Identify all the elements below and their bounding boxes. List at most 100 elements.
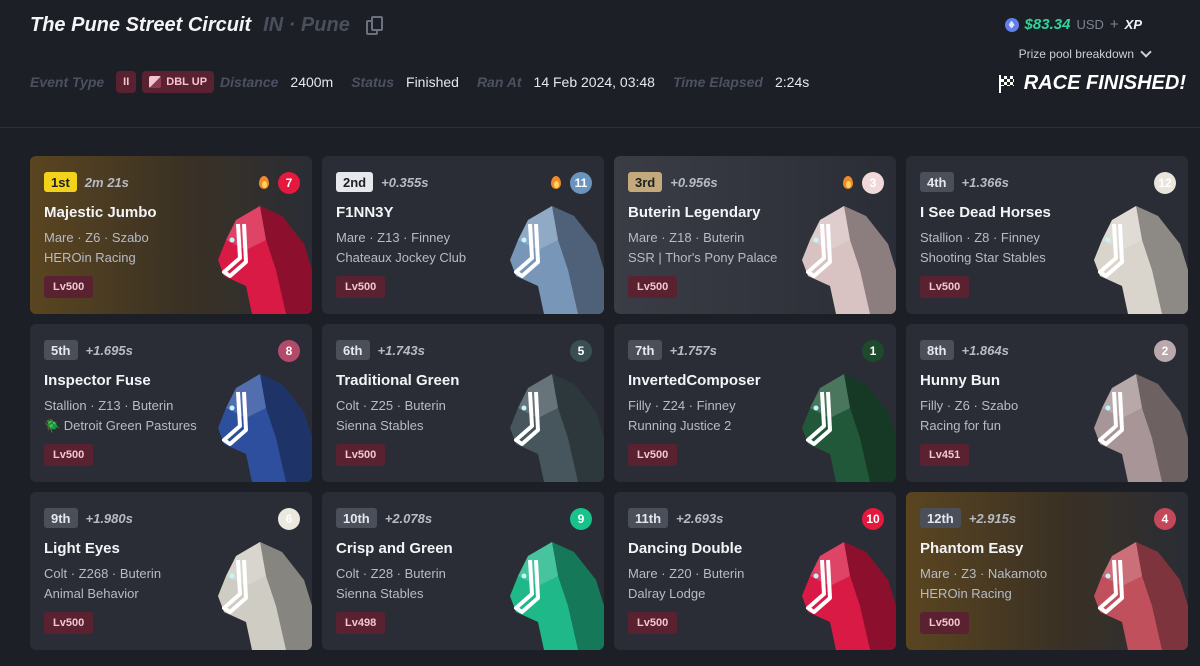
dbl-up-chip: DBL UP — [142, 71, 215, 93]
prize-breakdown-toggle[interactable]: Prize pool breakdown — [1018, 46, 1152, 61]
result-card-7[interactable]: 7th +1.757s 1 InvertedComposer Filly · Z… — [614, 324, 896, 482]
horse-head-icon — [218, 542, 312, 650]
gate-number-badge: 6 — [278, 508, 300, 530]
horse-name[interactable]: F1NN3Y — [336, 204, 516, 221]
race-title: The Pune Street Circuit — [30, 14, 252, 36]
result-card-6[interactable]: 6th +1.743s 5 Traditional Green Colt · Z… — [322, 324, 604, 482]
race-finished-text: RACE FINISHED! — [1023, 72, 1186, 94]
time-gap: +0.956s — [670, 174, 718, 190]
gate-number-badge: 10 — [862, 508, 884, 530]
result-card-11[interactable]: 11th +2.693s 10 Dancing Double Mare · Z2… — [614, 492, 896, 650]
time-gap: +2.078s — [384, 510, 433, 526]
chevron-down-icon — [1140, 46, 1152, 58]
gate-number-badge: 2 — [1154, 340, 1176, 362]
gate-number-badge: 5 — [570, 340, 592, 362]
level-badge: Lv500 — [920, 276, 970, 298]
placement-row: 9th +1.980s — [44, 508, 133, 528]
horse-attributes: Colt · Z25 · Buterin — [336, 398, 446, 413]
time-gap: +1.743s — [377, 342, 425, 358]
stable-name: HEROin Racing — [44, 250, 136, 265]
time-gap: +1.864s — [961, 342, 1009, 358]
horse-attributes: Colt · Z268 · Buterin — [44, 566, 162, 581]
race-location: IN · Pune — [263, 14, 350, 36]
distance-label: Distance — [220, 74, 279, 90]
fire-icon — [258, 175, 270, 190]
result-card-2[interactable]: 2nd +0.355s 11 F1NN3Y Mare · Z13 · Finne… — [322, 156, 604, 314]
placement-badge: 8th — [920, 340, 954, 360]
result-card-10[interactable]: 10th +2.078s 9 Crisp and Green Colt · Z2… — [322, 492, 604, 650]
placement-row: 6th +1.743s — [336, 340, 425, 360]
placement-row: 11th +2.693s — [628, 508, 723, 528]
result-card-9[interactable]: 9th +1.980s 6 Light Eyes Colt · Z268 · B… — [30, 492, 312, 650]
horse-name[interactable]: Phantom Easy — [920, 540, 1100, 557]
gate-number-badge: 1 — [862, 340, 884, 362]
horse-name[interactable]: Inspector Fuse — [44, 372, 224, 389]
horse-head-icon — [218, 206, 312, 314]
placement-badge: 1st — [44, 172, 77, 192]
level-badge: Lv500 — [44, 612, 94, 634]
placement-row: 5th +1.695s — [44, 340, 133, 360]
horse-head-icon — [802, 374, 896, 482]
time-gap: +1.980s — [85, 510, 133, 526]
time-gap: +2.693s — [676, 510, 724, 526]
horse-head-icon — [510, 206, 604, 314]
horse-name[interactable]: Majestic Jumbo — [44, 204, 224, 221]
horse-name[interactable]: Light Eyes — [44, 540, 224, 557]
gate-number-badge: 3 — [862, 172, 884, 194]
result-card-1[interactable]: 1st 2m 21s 7 Majestic Jumbo Mare · Z6 · … — [30, 156, 312, 314]
race-finished-banner: RACE FINISHED! — [998, 72, 1186, 95]
prize-amount: $83.34 — [1024, 16, 1071, 33]
result-card-12[interactable]: 12th +2.915s 4 Phantom Easy Mare · Z3 · … — [906, 492, 1188, 650]
dbl-up-icon — [149, 76, 162, 88]
horse-name[interactable]: Traditional Green — [336, 372, 516, 389]
horse-name[interactable]: Buterin Legendary — [628, 204, 808, 221]
horse-name[interactable]: InvertedComposer — [628, 372, 808, 389]
stable-name: HEROin Racing — [920, 586, 1012, 601]
result-card-5[interactable]: 5th +1.695s 8 Inspector Fuse Stallion · … — [30, 324, 312, 482]
gate-number-badge: 7 — [278, 172, 300, 194]
dbl-up-label: DBL UP — [166, 76, 208, 88]
placement-badge: 9th — [44, 508, 78, 528]
placement-badge: 10th — [336, 508, 377, 528]
prize-breakdown-label: Prize pool breakdown — [1018, 47, 1134, 61]
status-label: Status — [351, 74, 395, 90]
time-elapsed-value: 2:24s — [774, 74, 810, 90]
result-card-8[interactable]: 8th +1.864s 2 Hunny Bun Filly · Z6 · Sza… — [906, 324, 1188, 482]
event-type-label: Event Type — [30, 74, 105, 90]
level-badge: Lv500 — [44, 444, 94, 466]
horse-name[interactable]: Hunny Bun — [920, 372, 1100, 389]
stable-name: Racing for fun — [920, 418, 1001, 433]
placement-row: 10th +2.078s — [336, 508, 432, 528]
copy-icon[interactable] — [365, 15, 384, 36]
prize-xp: XP — [1124, 17, 1142, 32]
horse-head-icon — [1094, 542, 1188, 650]
horse-name[interactable]: Dancing Double — [628, 540, 808, 557]
eth-icon — [1004, 17, 1019, 32]
horse-head-icon — [1094, 374, 1188, 482]
fire-icon — [550, 175, 562, 190]
stable-name: Shooting Star Stables — [920, 250, 1046, 265]
gate-number-badge: 4 — [1154, 508, 1176, 530]
placement-badge: 4th — [920, 172, 954, 192]
horse-attributes: Stallion · Z8 · Finney — [920, 230, 1040, 245]
time-gap: +1.757s — [669, 342, 717, 358]
stable-name: Animal Behavior — [44, 586, 139, 601]
horse-head-icon — [510, 374, 604, 482]
horse-head-icon — [802, 206, 896, 314]
time-elapsed-label: Time Elapsed — [672, 74, 763, 90]
placement-row: 4th +1.366s — [920, 172, 1009, 192]
ran-at-label: Ran At — [476, 74, 522, 90]
placement-badge: 12th — [920, 508, 961, 528]
results-grid: 1st 2m 21s 7 Majestic Jumbo Mare · Z6 · … — [30, 156, 1190, 650]
horse-attributes: Filly · Z6 · Szabo — [920, 398, 1019, 413]
stable-name: SSR | Thor's Pony Palace — [628, 250, 778, 265]
placement-row: 7th +1.757s — [628, 340, 717, 360]
horse-name[interactable]: I See Dead Horses — [920, 204, 1100, 221]
result-card-3[interactable]: 3rd +0.956s 3 Buterin Legendary Mare · Z… — [614, 156, 896, 314]
result-card-4[interactable]: 4th +1.366s 12 I See Dead Horses Stallio… — [906, 156, 1188, 314]
time-gap: +0.355s — [381, 174, 429, 190]
horse-name[interactable]: Crisp and Green — [336, 540, 516, 557]
horse-attributes: Mare · Z13 · Finney — [336, 230, 451, 245]
stable-name: Running Justice 2 — [628, 418, 732, 433]
placement-row: 1st 2m 21s — [44, 172, 129, 192]
